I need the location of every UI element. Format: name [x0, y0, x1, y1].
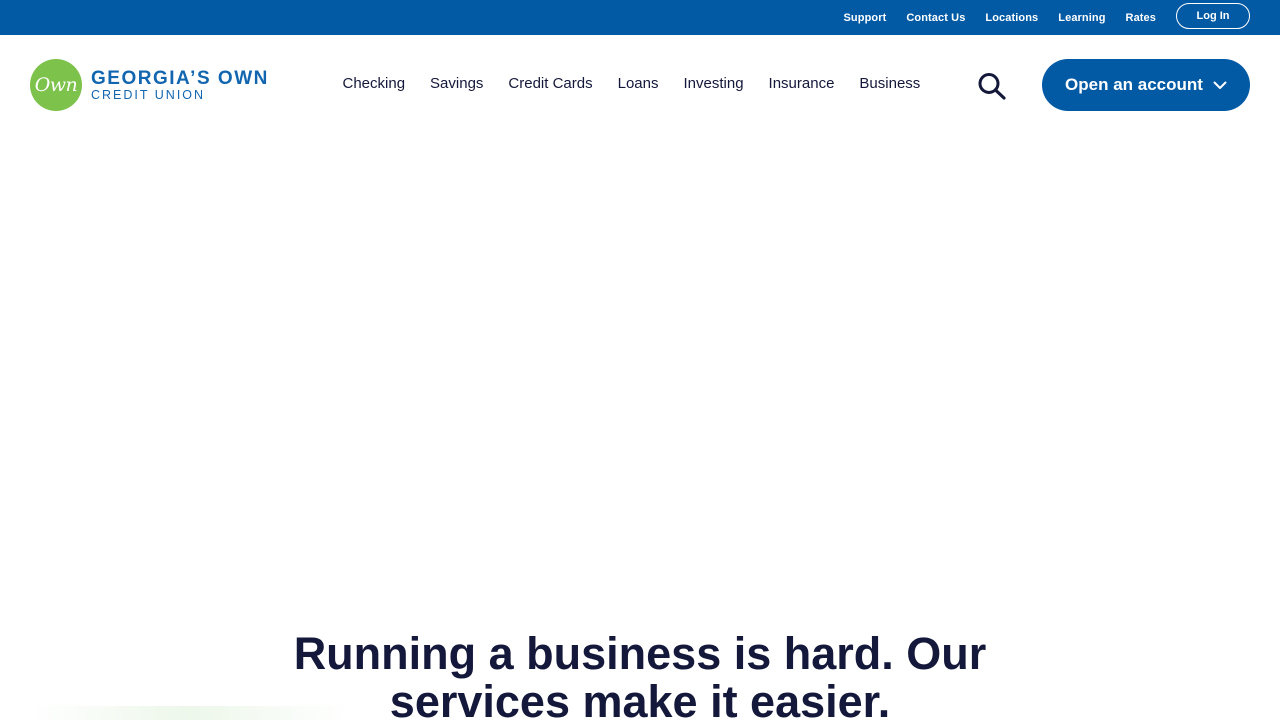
nav-item-savings[interactable]: Savings: [418, 75, 496, 92]
nav-item-business[interactable]: Business: [847, 75, 933, 92]
login-button[interactable]: Log In: [1176, 3, 1250, 29]
logo-badge: Own: [30, 59, 82, 111]
utility-link-locations[interactable]: Locations: [985, 12, 1038, 24]
logo[interactable]: Own GEORGIA’S OWN CREDIT UNION: [30, 59, 269, 111]
open-account-button[interactable]: Open an account: [1042, 59, 1250, 111]
main-nav: Checking Savings Credit Cards Loans Inve…: [330, 75, 933, 92]
utility-link-support[interactable]: Support: [844, 12, 887, 24]
utility-link-rates[interactable]: Rates: [1126, 12, 1156, 24]
utility-nav: Support Contact Us Locations Learning Ra…: [844, 12, 1157, 24]
open-account-label: Open an account: [1065, 75, 1203, 94]
utility-link-contact-us[interactable]: Contact Us: [906, 12, 965, 24]
chevron-down-icon: [1213, 81, 1227, 90]
logo-line-2: CREDIT UNION: [91, 87, 206, 102]
logo-line-1: GEORGIA’S OWN: [91, 67, 269, 89]
nav-item-loans[interactable]: Loans: [605, 75, 671, 92]
main-header: Own GEORGIA’S OWN CREDIT UNION Checking …: [0, 35, 1280, 135]
search-icon: [978, 73, 1006, 100]
hero-heading-line-1: Running a business is hard. Our: [293, 628, 987, 679]
nav-item-credit-cards[interactable]: Credit Cards: [496, 75, 605, 92]
logo-wordmark: GEORGIA’S OWN CREDIT UNION: [91, 69, 269, 102]
hero-image-edge: [30, 706, 350, 720]
nav-item-insurance[interactable]: Insurance: [756, 75, 847, 92]
nav-item-checking[interactable]: Checking: [330, 75, 418, 92]
nav-item-investing[interactable]: Investing: [671, 75, 756, 92]
utility-link-learning[interactable]: Learning: [1058, 12, 1105, 24]
search-button[interactable]: [974, 72, 1010, 100]
utility-bar: Support Contact Us Locations Learning Ra…: [0, 0, 1280, 35]
